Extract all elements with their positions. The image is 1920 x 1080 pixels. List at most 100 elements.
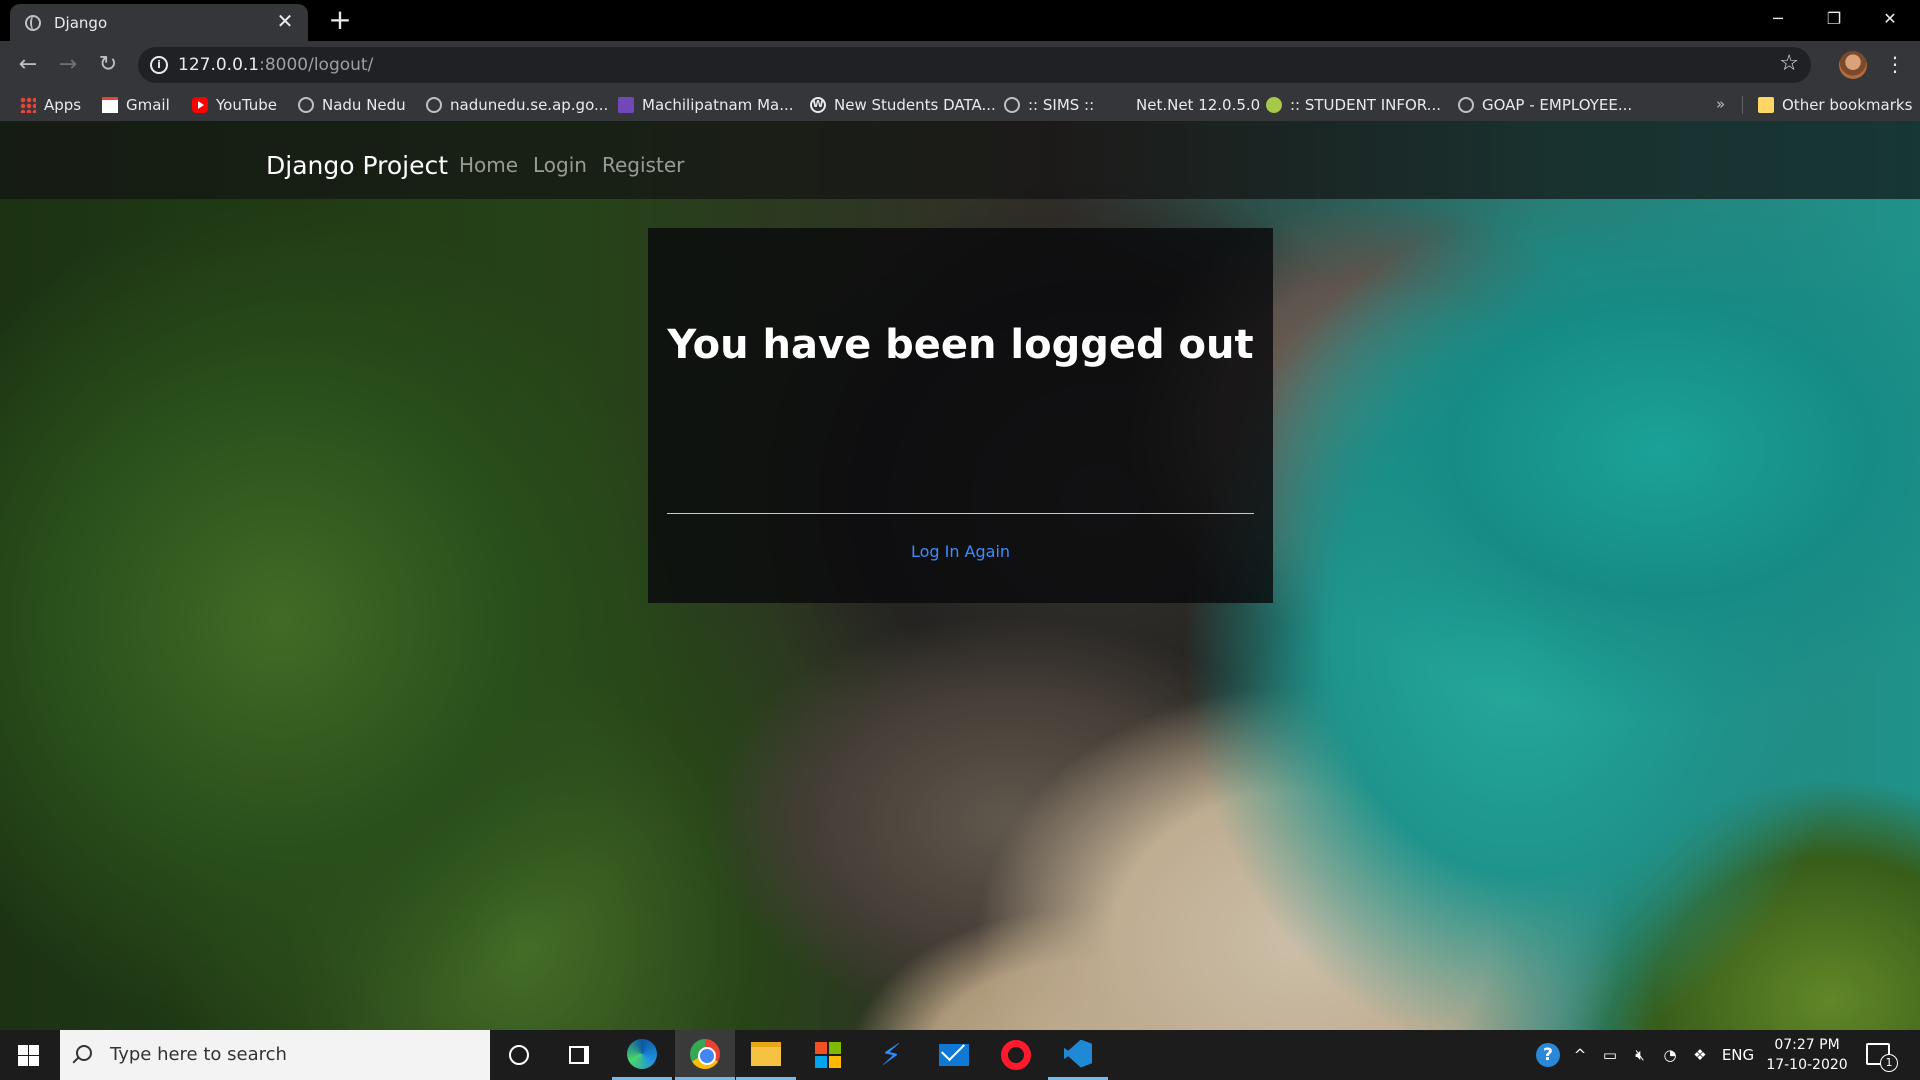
battery-icon[interactable]: ▭ [1596,1030,1624,1080]
windows-taskbar: Type here to search ⚡ ? ^ ▭ 🔇︎ ◔ ❖ ENG 0… [0,1030,1920,1080]
url-host: 127.0.0.1 [178,55,260,75]
restore-button[interactable]: ❐ [1806,0,1862,41]
nav-register-link[interactable]: Register [602,153,684,177]
url-path: :8000/logout/ [259,55,374,75]
bookmark-label: YouTube [216,95,277,114]
address-bar[interactable]: i 127.0.0.1:8000/logout/ ☆ [138,47,1811,83]
bookmark-other[interactable]: Other bookmarks [1758,88,1912,121]
profile-avatar[interactable] [1839,51,1867,79]
clock-time: 07:27 PM [1774,1037,1840,1053]
login-again-link[interactable]: Log In Again [648,542,1273,561]
task-view-button[interactable] [549,1030,609,1080]
search-icon [76,1045,92,1061]
gmail-icon [102,96,118,113]
powershell-icon: ⚡ [880,1037,902,1073]
bookmark-label: nadunedu.se.ap.go... [450,95,609,114]
site-brand[interactable]: Django Project [266,151,448,180]
taskbar-powershell[interactable]: ⚡ [861,1030,921,1080]
edge-icon [627,1038,657,1069]
bookmark-machilipatnam[interactable]: Machilipatnam Ma... [618,88,794,121]
forward-button[interactable]: → [54,51,82,79]
taskbar-file-explorer[interactable] [736,1030,796,1080]
dropbox-icon[interactable]: ❖ [1686,1030,1714,1080]
taskbar-clock[interactable]: 07:27 PM 17-10-2020 [1762,1035,1852,1075]
file-explorer-icon [751,1041,781,1066]
tray-overflow-button[interactable]: ^ [1568,1030,1592,1080]
bookmark-netnet[interactable]: Net.Net 12.0.5.0 [1136,88,1260,121]
bookmark-label: Other bookmarks [1782,95,1913,114]
bookmark-star-icon[interactable]: ☆ [1779,51,1799,76]
globe-icon [25,15,41,31]
cortana-icon [509,1045,529,1065]
opera-icon [1001,1040,1031,1070]
url-text[interactable]: 127.0.0.1:8000/logout/ [178,55,373,75]
mail-icon [939,1044,969,1066]
bookmark-apps[interactable]: Apps [20,88,81,121]
browser-tab-active[interactable]: Django ✕ [10,4,308,41]
green-circle-icon [1266,96,1282,113]
site-info-icon[interactable]: i [150,56,168,74]
folder-icon [1758,96,1774,113]
bookmark-youtube[interactable]: YouTube [192,88,277,121]
bookmark-label: Nadu Nedu [322,95,406,114]
clock-date: 17-10-2020 [1766,1057,1848,1073]
bookmark-label: Net.Net 12.0.5.0 [1136,95,1261,114]
bookmark-sims[interactable]: :: SIMS :: [1004,88,1094,121]
store-icon [815,1042,841,1068]
bookmark-goap[interactable]: GOAP - EMPLOYEE... [1458,88,1632,121]
forms-icon [618,96,634,113]
bookmark-label: Apps [44,95,82,114]
volume-muted-icon[interactable]: 🔇︎ [1626,1030,1654,1080]
language-indicator[interactable]: ENG [1718,1030,1758,1080]
nav-login-link[interactable]: Login [533,153,587,177]
notification-count-badge: 1 [1880,1054,1898,1072]
apps-icon [20,96,36,113]
taskbar-vscode[interactable] [1048,1030,1108,1080]
taskbar-edge[interactable] [612,1030,672,1080]
tab-title: Django [54,14,108,32]
close-window-button[interactable]: ✕ [1862,0,1918,41]
wordpress-icon: W [810,96,826,113]
chrome-icon [690,1038,720,1069]
help-tray-button[interactable]: ? [1532,1030,1564,1080]
bookmark-student-info[interactable]: :: STUDENT INFOR... [1266,88,1441,121]
bookmark-label: GOAP - EMPLOYEE... [1482,95,1633,114]
bookmark-new-students[interactable]: W New Students DATA... [810,88,996,121]
tab-close-button[interactable]: ✕ [274,10,296,32]
taskbar-store[interactable] [798,1030,858,1080]
windows-start-icon[interactable] [18,1045,39,1066]
bookmark-label: Machilipatnam Ma... [642,95,794,114]
browser-menu-icon[interactable]: ⋮ [1885,51,1905,79]
taskbar-chrome[interactable] [675,1030,735,1080]
bookmark-label: New Students DATA... [834,95,996,114]
help-icon: ? [1536,1043,1560,1067]
cortana-button[interactable] [489,1030,549,1080]
logout-card: You have been logged out Log In Again [648,228,1273,603]
search-placeholder: Type here to search [110,1044,287,1065]
nav-home-link[interactable]: Home [459,153,518,177]
bookmark-gmail[interactable]: Gmail [102,88,170,121]
taskbar-search-input[interactable]: Type here to search [60,1030,490,1080]
page-viewport: Django Project Home Login Register You h… [0,121,1920,1030]
bookmarks-overflow-button[interactable]: » [1716,88,1725,121]
taskbar-mail[interactable] [924,1030,984,1080]
globe-icon [1458,96,1474,113]
bookmark-label: Gmail [126,95,170,114]
reload-button[interactable]: ↻ [94,51,122,79]
bookmark-label: :: STUDENT INFOR... [1290,95,1441,114]
divider [667,513,1254,514]
globe-icon [426,96,442,113]
bookmarks-divider [1742,96,1743,114]
browser-toolbar: ← → ↻ i 127.0.0.1:8000/logout/ ☆ ⋮ [0,41,1920,88]
minimize-button[interactable]: ─ [1750,0,1806,41]
youtube-icon [192,96,208,113]
taskbar-opera[interactable] [986,1030,1046,1080]
bookmark-nadunedu-site[interactable]: nadunedu.se.ap.go... [426,88,608,121]
page-title: You have been logged out [667,322,1254,368]
back-button[interactable]: ← [14,51,42,79]
site-navbar: Django Project Home Login Register [0,121,1920,199]
wifi-icon[interactable]: ◔ [1656,1030,1684,1080]
bookmark-label: :: SIMS :: [1028,95,1095,114]
bookmark-nadu-nedu[interactable]: Nadu Nedu [298,88,406,121]
new-tab-button[interactable]: + [326,6,354,34]
